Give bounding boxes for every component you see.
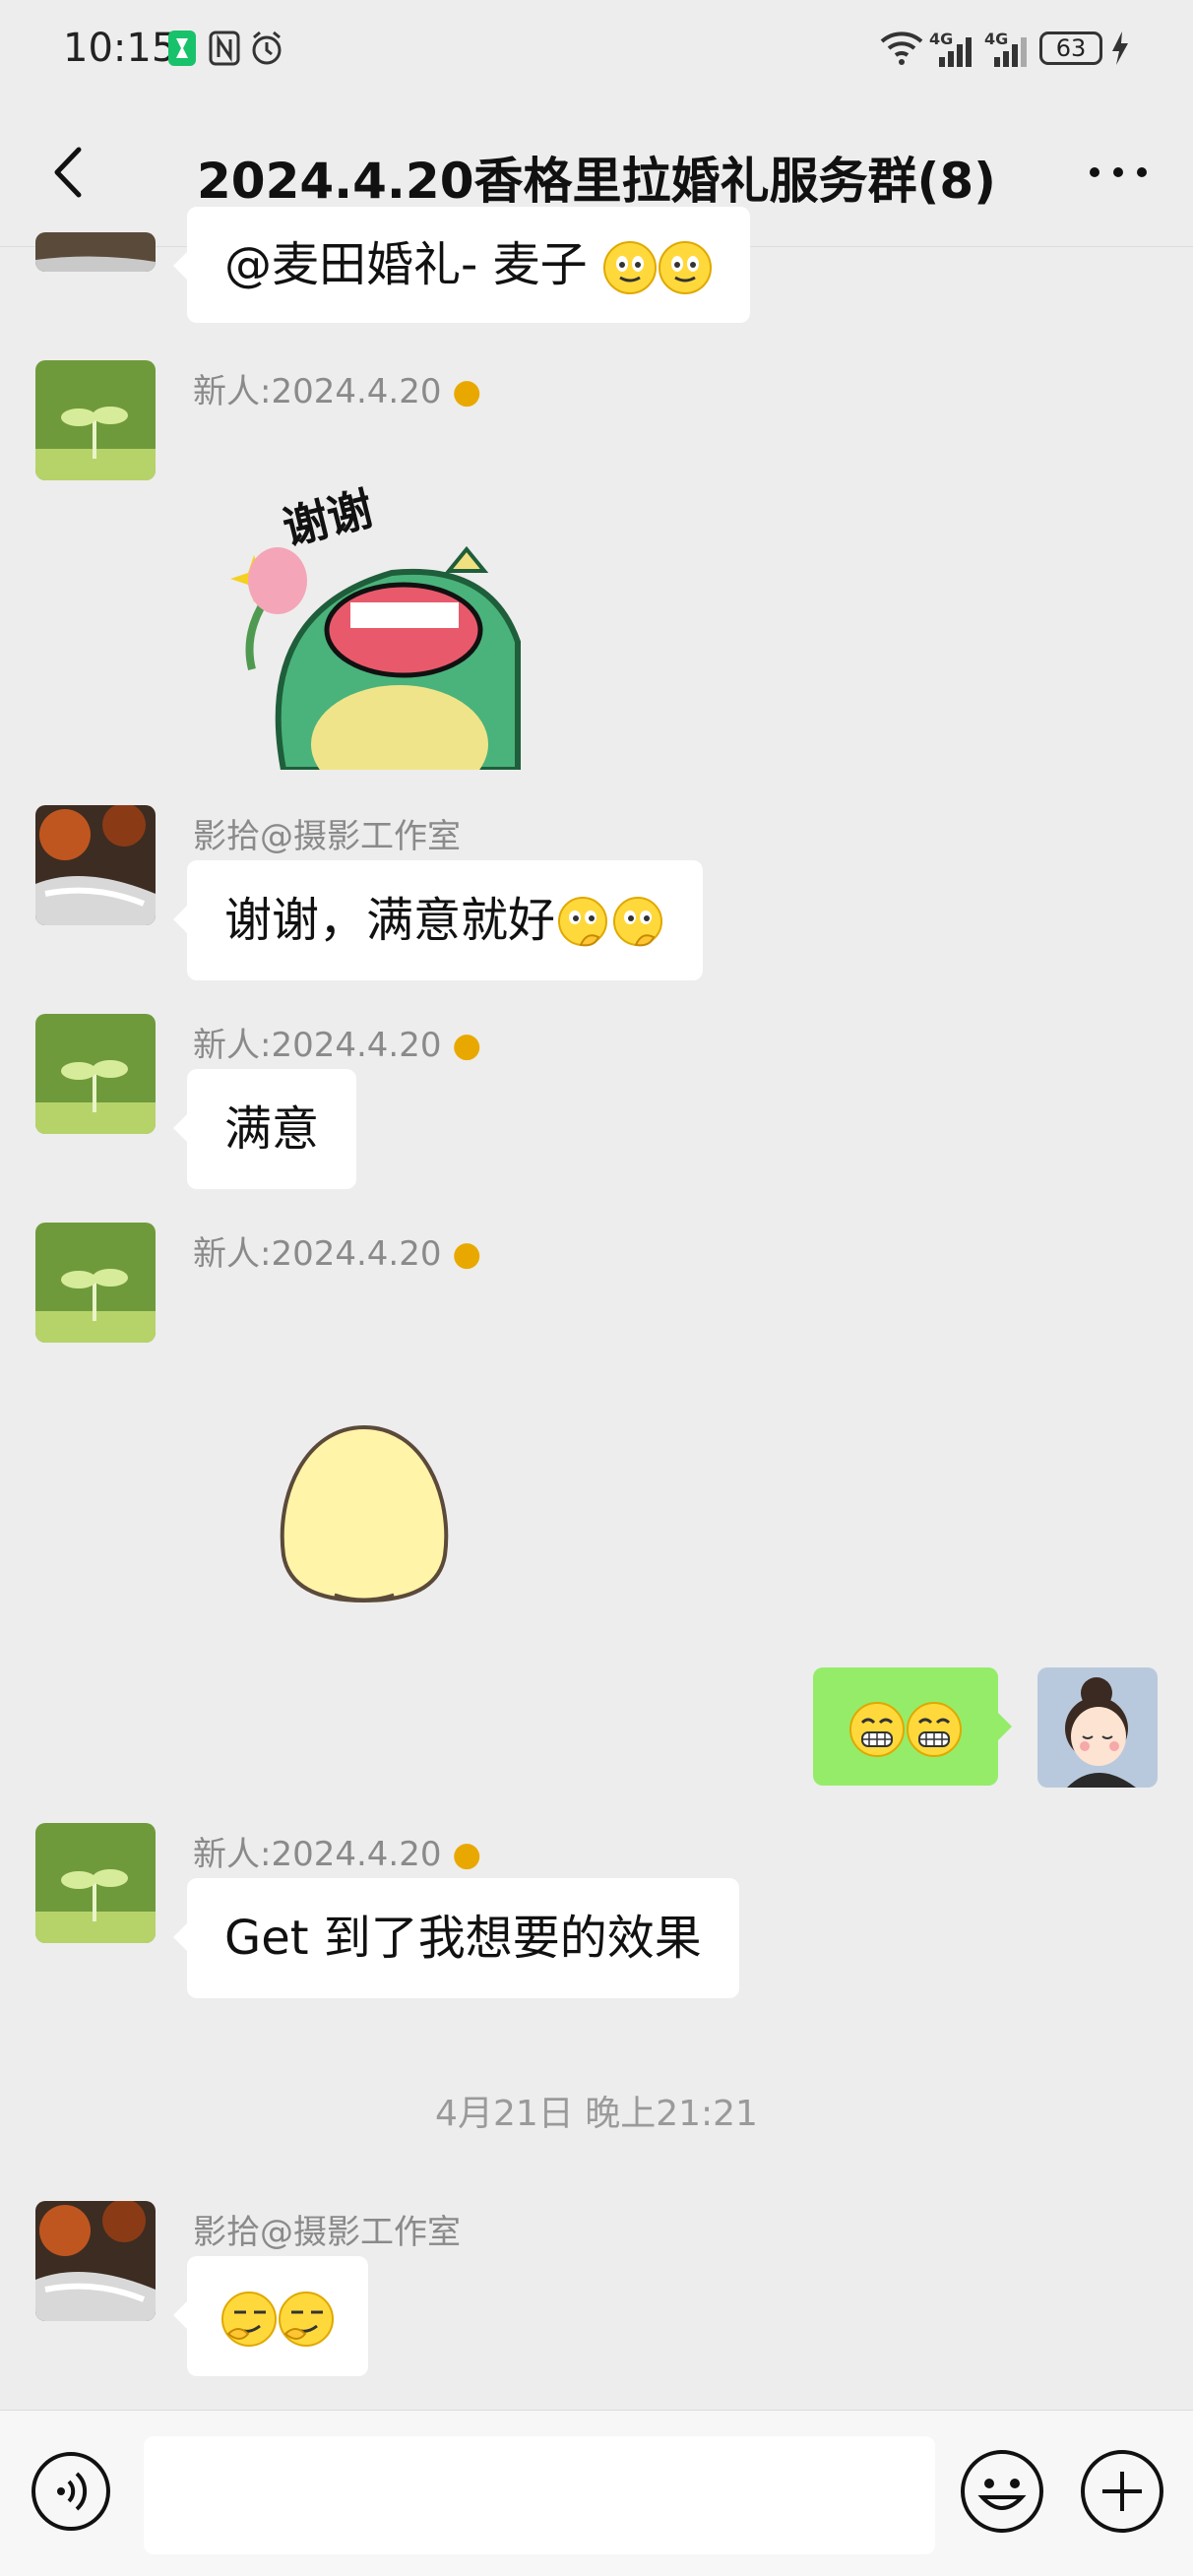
back-arrow-icon[interactable] (39, 138, 98, 207)
flower-emoji-icon: ● (452, 372, 481, 411)
sprout-avatar-icon (35, 1223, 156, 1343)
sender-name: 影拾@摄影工作室 (193, 817, 461, 856)
sender-name: 新人:2024.4.20 ● (193, 1234, 481, 1274)
emoji-icon[interactable] (959, 2448, 1045, 2535)
wifi-icon (880, 31, 923, 65)
my-message-bubble[interactable] (813, 1667, 1012, 1786)
waterfall-avatar-icon (35, 2201, 156, 2321)
sticker-text: 谢谢 (278, 481, 378, 555)
message-bubble[interactable]: 满意 (172, 1069, 357, 1189)
waterfall-avatar-icon (35, 805, 156, 925)
chat-title: 2024.4.20香格里拉婚礼服务群(8) (196, 153, 996, 210)
hourglass-icon (168, 31, 196, 66)
smile-emoji-icon (658, 241, 712, 294)
sender-name: 新人:2024.4.20 ● (193, 372, 481, 411)
battery-icon: 63 (1039, 31, 1102, 65)
status-bar: 10:15 4G 4G 63 (0, 0, 1193, 98)
grin-emoji-icon (849, 1702, 905, 1757)
ponder-emoji-icon (558, 897, 608, 947)
message-bubble[interactable] (173, 2256, 368, 2376)
smirk-emoji-icon (221, 2292, 277, 2347)
ponder-emoji-icon (613, 897, 663, 947)
sticker-chick[interactable] (266, 1417, 463, 1614)
flower-emoji-icon: ● (452, 1234, 481, 1274)
avatar-self[interactable] (1037, 1667, 1158, 1788)
cartoon-girl-avatar-icon (1037, 1667, 1158, 1788)
cellular-signal-1-icon: 4G (929, 30, 976, 67)
message-bubble[interactable]: @麦田婚礼- 麦子 (173, 207, 750, 323)
smile-emoji-icon (602, 241, 657, 294)
chat-timestamp: 4月21日 晚上21:21 (435, 2094, 758, 2134)
sender-name: 新人:2024.4.20 ● (193, 1835, 481, 1874)
plus-icon[interactable] (1079, 2448, 1165, 2535)
cellular-signal-2-icon: 4G (984, 30, 1032, 67)
flower-emoji-icon: ● (452, 1026, 481, 1065)
more-icon[interactable] (1079, 138, 1158, 207)
flower-emoji-icon: ● (452, 1835, 481, 1874)
charging-bolt-icon (1112, 31, 1128, 65)
alarm-icon (252, 31, 282, 65)
status-time: 10:15 (63, 26, 177, 71)
avatar-couple[interactable] (35, 1014, 156, 1134)
smirk-emoji-icon (279, 2292, 334, 2347)
avatar-couple[interactable] (35, 1223, 156, 1343)
input-bar (0, 2410, 1193, 2576)
sprout-avatar-icon (35, 360, 156, 480)
nfc-icon (209, 31, 240, 66)
avatar-photographer[interactable] (35, 805, 156, 925)
sender-name: 新人:2024.4.20 ● (193, 1026, 481, 1065)
message-bubble[interactable]: 谢谢，满意就好 (172, 860, 704, 980)
grin-emoji-icon (907, 1702, 962, 1757)
sprout-avatar-icon (35, 1823, 156, 1943)
avatar-couple[interactable] (35, 1823, 156, 1943)
message-bubble[interactable]: Get 到了我想要的效果 (173, 1878, 739, 1998)
sticker-dino-thanks[interactable]: 谢谢 (193, 463, 547, 803)
avatar-couple[interactable] (35, 360, 156, 480)
sender-name: 影拾@摄影工作室 (193, 2213, 461, 2252)
avatar-photographer[interactable] (35, 232, 156, 272)
message-input[interactable] (144, 2436, 935, 2554)
sprout-avatar-icon (35, 1014, 156, 1134)
voice-icon[interactable] (30, 2450, 112, 2533)
avatar-photographer[interactable] (35, 2201, 156, 2321)
